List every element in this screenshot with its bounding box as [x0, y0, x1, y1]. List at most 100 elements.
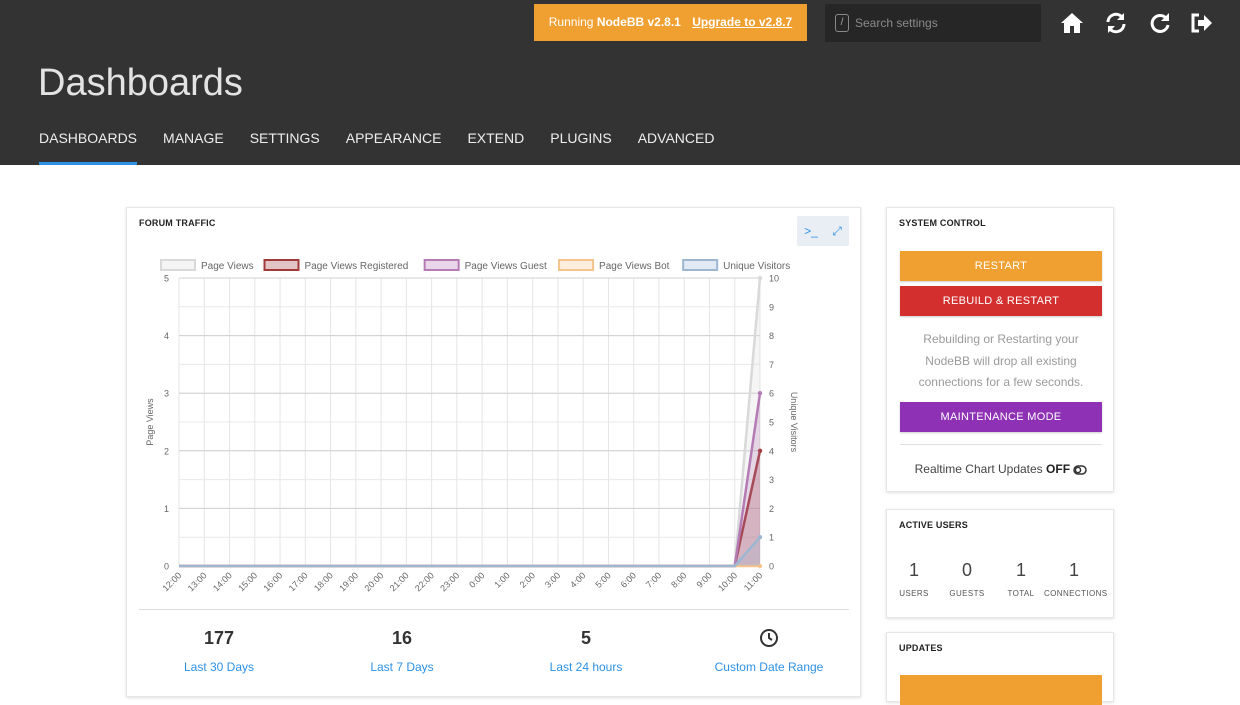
tab-advanced[interactable]: ADVANCED [638, 130, 715, 165]
guests-count: 0 [961, 560, 972, 580]
x-tick-label: 17:00 [287, 570, 310, 593]
custom-date-range-link[interactable]: Custom Date Range [689, 660, 849, 674]
users-count: 1 [908, 560, 919, 580]
y-right-tick-label: 6 [769, 389, 774, 399]
y-left-tick-label: 3 [164, 389, 169, 399]
stat-24-hours-link[interactable]: Last 24 hours [506, 660, 666, 674]
version-banner: Running NodeBB v2.8.1 Upgrade to v2.8.7 [534, 4, 807, 41]
traffic-chart: 0 1 2 3 4 5 6 7 8 9 10 0 1 2 3 4 5 12:00 13:00 14:00 15:00 16… [145, 259, 799, 593]
y-right-tick-label: 4 [769, 446, 774, 456]
x-tick-label: 13:00 [186, 570, 209, 593]
x-tick-label: 10:00 [716, 570, 739, 593]
x-tick-label: 16:00 [261, 570, 284, 593]
x-tick-label: 8:00 [669, 570, 688, 589]
stat-30-days-link[interactable]: Last 30 Days [139, 660, 299, 674]
active-users-stat: 1 USERS [884, 560, 944, 598]
stat-24-hours-value: 5 [580, 628, 591, 648]
y-right-tick-label: 3 [769, 475, 774, 485]
stat-24-hours: 5 Last 24 hours [506, 628, 666, 674]
total-count: 1 [1015, 560, 1026, 580]
tab-extend[interactable]: EXTEND [467, 130, 524, 165]
active-total-stat: 1 TOTAL [991, 560, 1051, 598]
users-label: USERS [899, 589, 929, 598]
x-tick-label: 19:00 [337, 570, 360, 593]
legend-label: Page Views Guest [465, 261, 547, 272]
x-tick-label: 12:00 [160, 570, 183, 593]
x-tick-label: 18:00 [312, 570, 335, 593]
active-guests-stat: 0 GUESTS [937, 560, 997, 598]
search-input[interactable] [855, 4, 1035, 42]
guests-label: GUESTS [949, 589, 985, 598]
legend-label: Page Views Registered [305, 261, 409, 272]
y-right-tick-label: 10 [769, 274, 779, 284]
x-tick-label: 20:00 [362, 570, 385, 593]
y-right-tick-label: 2 [769, 504, 774, 514]
stat-7-days: 16 Last 7 Days [322, 628, 482, 674]
y-left-tick-label: 1 [164, 504, 169, 514]
active-users-panel: ACTIVE USERS 1 USERS 0 GUESTS 1 TOTAL 1 … [886, 509, 1114, 618]
y-right-tick-label: 9 [769, 302, 774, 312]
restart-button[interactable]: RESTART [900, 251, 1102, 281]
active-connections-stat: 1 CONNECTIONS [1044, 560, 1108, 598]
updates-title: UPDATES [899, 643, 943, 653]
main-nav: DASHBOARDS MANAGE SETTINGS APPEARANCE EX… [39, 130, 740, 165]
updates-button[interactable] [900, 675, 1102, 705]
maintenance-mode-button[interactable]: MAINTENANCE MODE [900, 402, 1102, 432]
y-right-tick-label: 0 [769, 562, 774, 572]
upgrade-link[interactable]: Upgrade to v2.8.7 [692, 15, 792, 29]
home-icon[interactable] [1059, 10, 1085, 36]
y-right-tick-label: 1 [769, 533, 774, 543]
tab-appearance[interactable]: APPEARANCE [346, 130, 442, 165]
total-label: TOTAL [1007, 589, 1035, 598]
connections-label: CONNECTIONS [1044, 589, 1108, 598]
tab-manage[interactable]: MANAGE [163, 130, 224, 165]
legend-swatch [682, 259, 719, 271]
stat-30-days-value: 177 [203, 628, 235, 648]
y-left-tick-label: 4 [164, 331, 169, 341]
y-right-axis-title: Unique Visitors [789, 392, 799, 453]
realtime-state: OFF [1046, 462, 1071, 476]
stat-custom-range: Custom Date Range [689, 628, 849, 674]
series-line [179, 536, 761, 568]
active-users-title: ACTIVE USERS [899, 520, 968, 530]
y-right-tick-label: 8 [769, 331, 774, 341]
series-point [757, 275, 763, 281]
stat-7-days-link[interactable]: Last 7 Days [322, 660, 482, 674]
tab-dashboards[interactable]: DASHBOARDS [39, 130, 138, 165]
x-tick-label: 14:00 [211, 570, 234, 593]
restart-note: Rebuilding or Restarting your NodeBB wil… [918, 332, 1084, 389]
y-left-tick-label: 2 [164, 446, 169, 456]
tab-settings[interactable]: SETTINGS [250, 130, 320, 165]
x-tick-label: 21:00 [388, 570, 411, 593]
rebuild-restart-button[interactable]: REBUILD & RESTART [900, 286, 1102, 316]
refresh-icon[interactable] [1103, 10, 1129, 36]
logout-icon[interactable] [1189, 10, 1215, 36]
y-left-tick-label: 0 [164, 562, 169, 572]
connections-count: 1 [1068, 560, 1079, 580]
tab-plugins[interactable]: PLUGINS [550, 130, 611, 165]
y-right-tick-label: 7 [769, 360, 774, 370]
series-point [757, 535, 763, 540]
reload-icon[interactable] [1147, 10, 1173, 36]
series-area [179, 537, 760, 566]
admin-header: Running NodeBB v2.8.1 Upgrade to v2.8.7 … [0, 0, 1240, 165]
y-right-tick-label: 5 [769, 418, 774, 428]
legend-swatch [423, 259, 460, 271]
realtime-label: Realtime Chart Updates [914, 462, 1043, 476]
clock-icon [689, 628, 849, 652]
legend-label: Page Views [201, 261, 254, 272]
banner-prefix: Running [548, 15, 594, 29]
realtime-updates-toggle[interactable]: Realtime Chart Updates OFF [900, 462, 1102, 476]
x-tick-label: 9:00 [694, 570, 713, 589]
x-tick-label: 3:00 [543, 570, 562, 589]
system-control-title: SYSTEM CONTROL [899, 218, 986, 228]
x-tick-label: 2:00 [518, 570, 537, 589]
x-tick-label: 1:00 [492, 570, 511, 589]
stat-30-days: 177 Last 30 Days [139, 628, 299, 674]
y-axis-title: Page Views [145, 398, 155, 446]
x-tick-label: 4:00 [568, 570, 587, 589]
search-box: / [825, 4, 1041, 42]
chart-divider [139, 609, 849, 610]
legend-swatch [558, 259, 595, 271]
x-tick-label: 7:00 [644, 570, 663, 589]
